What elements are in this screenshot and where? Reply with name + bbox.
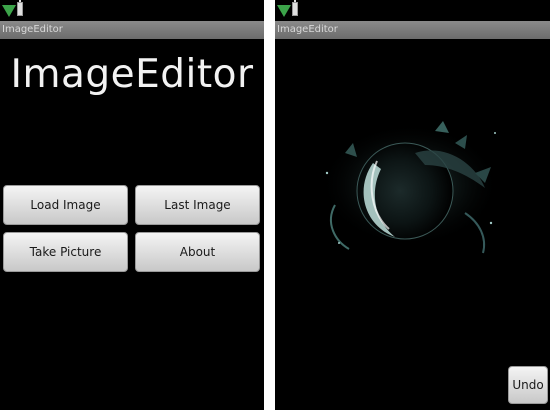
battery-icon bbox=[17, 0, 23, 16]
signal-icon bbox=[2, 5, 16, 17]
last-image-button[interactable]: Last Image bbox=[135, 185, 260, 225]
window-title: ImageEditor bbox=[0, 21, 264, 39]
load-image-button[interactable]: Load Image bbox=[3, 185, 128, 225]
edited-image[interactable] bbox=[315, 113, 508, 258]
about-button[interactable]: About bbox=[135, 232, 260, 272]
window-title: ImageEditor bbox=[275, 21, 550, 39]
app-heading: ImageEditor bbox=[10, 52, 254, 97]
undo-button[interactable]: Undo bbox=[508, 366, 548, 404]
battery-icon bbox=[292, 0, 298, 16]
status-bar bbox=[0, 0, 264, 20]
signal-icon bbox=[277, 5, 291, 17]
take-picture-button[interactable]: Take Picture bbox=[3, 232, 128, 272]
main-menu-screen: ImageEditor ImageEditor Load Image Last … bbox=[0, 0, 264, 410]
status-bar bbox=[275, 0, 550, 20]
editor-screen: ImageEditor Undo bbox=[275, 0, 550, 410]
